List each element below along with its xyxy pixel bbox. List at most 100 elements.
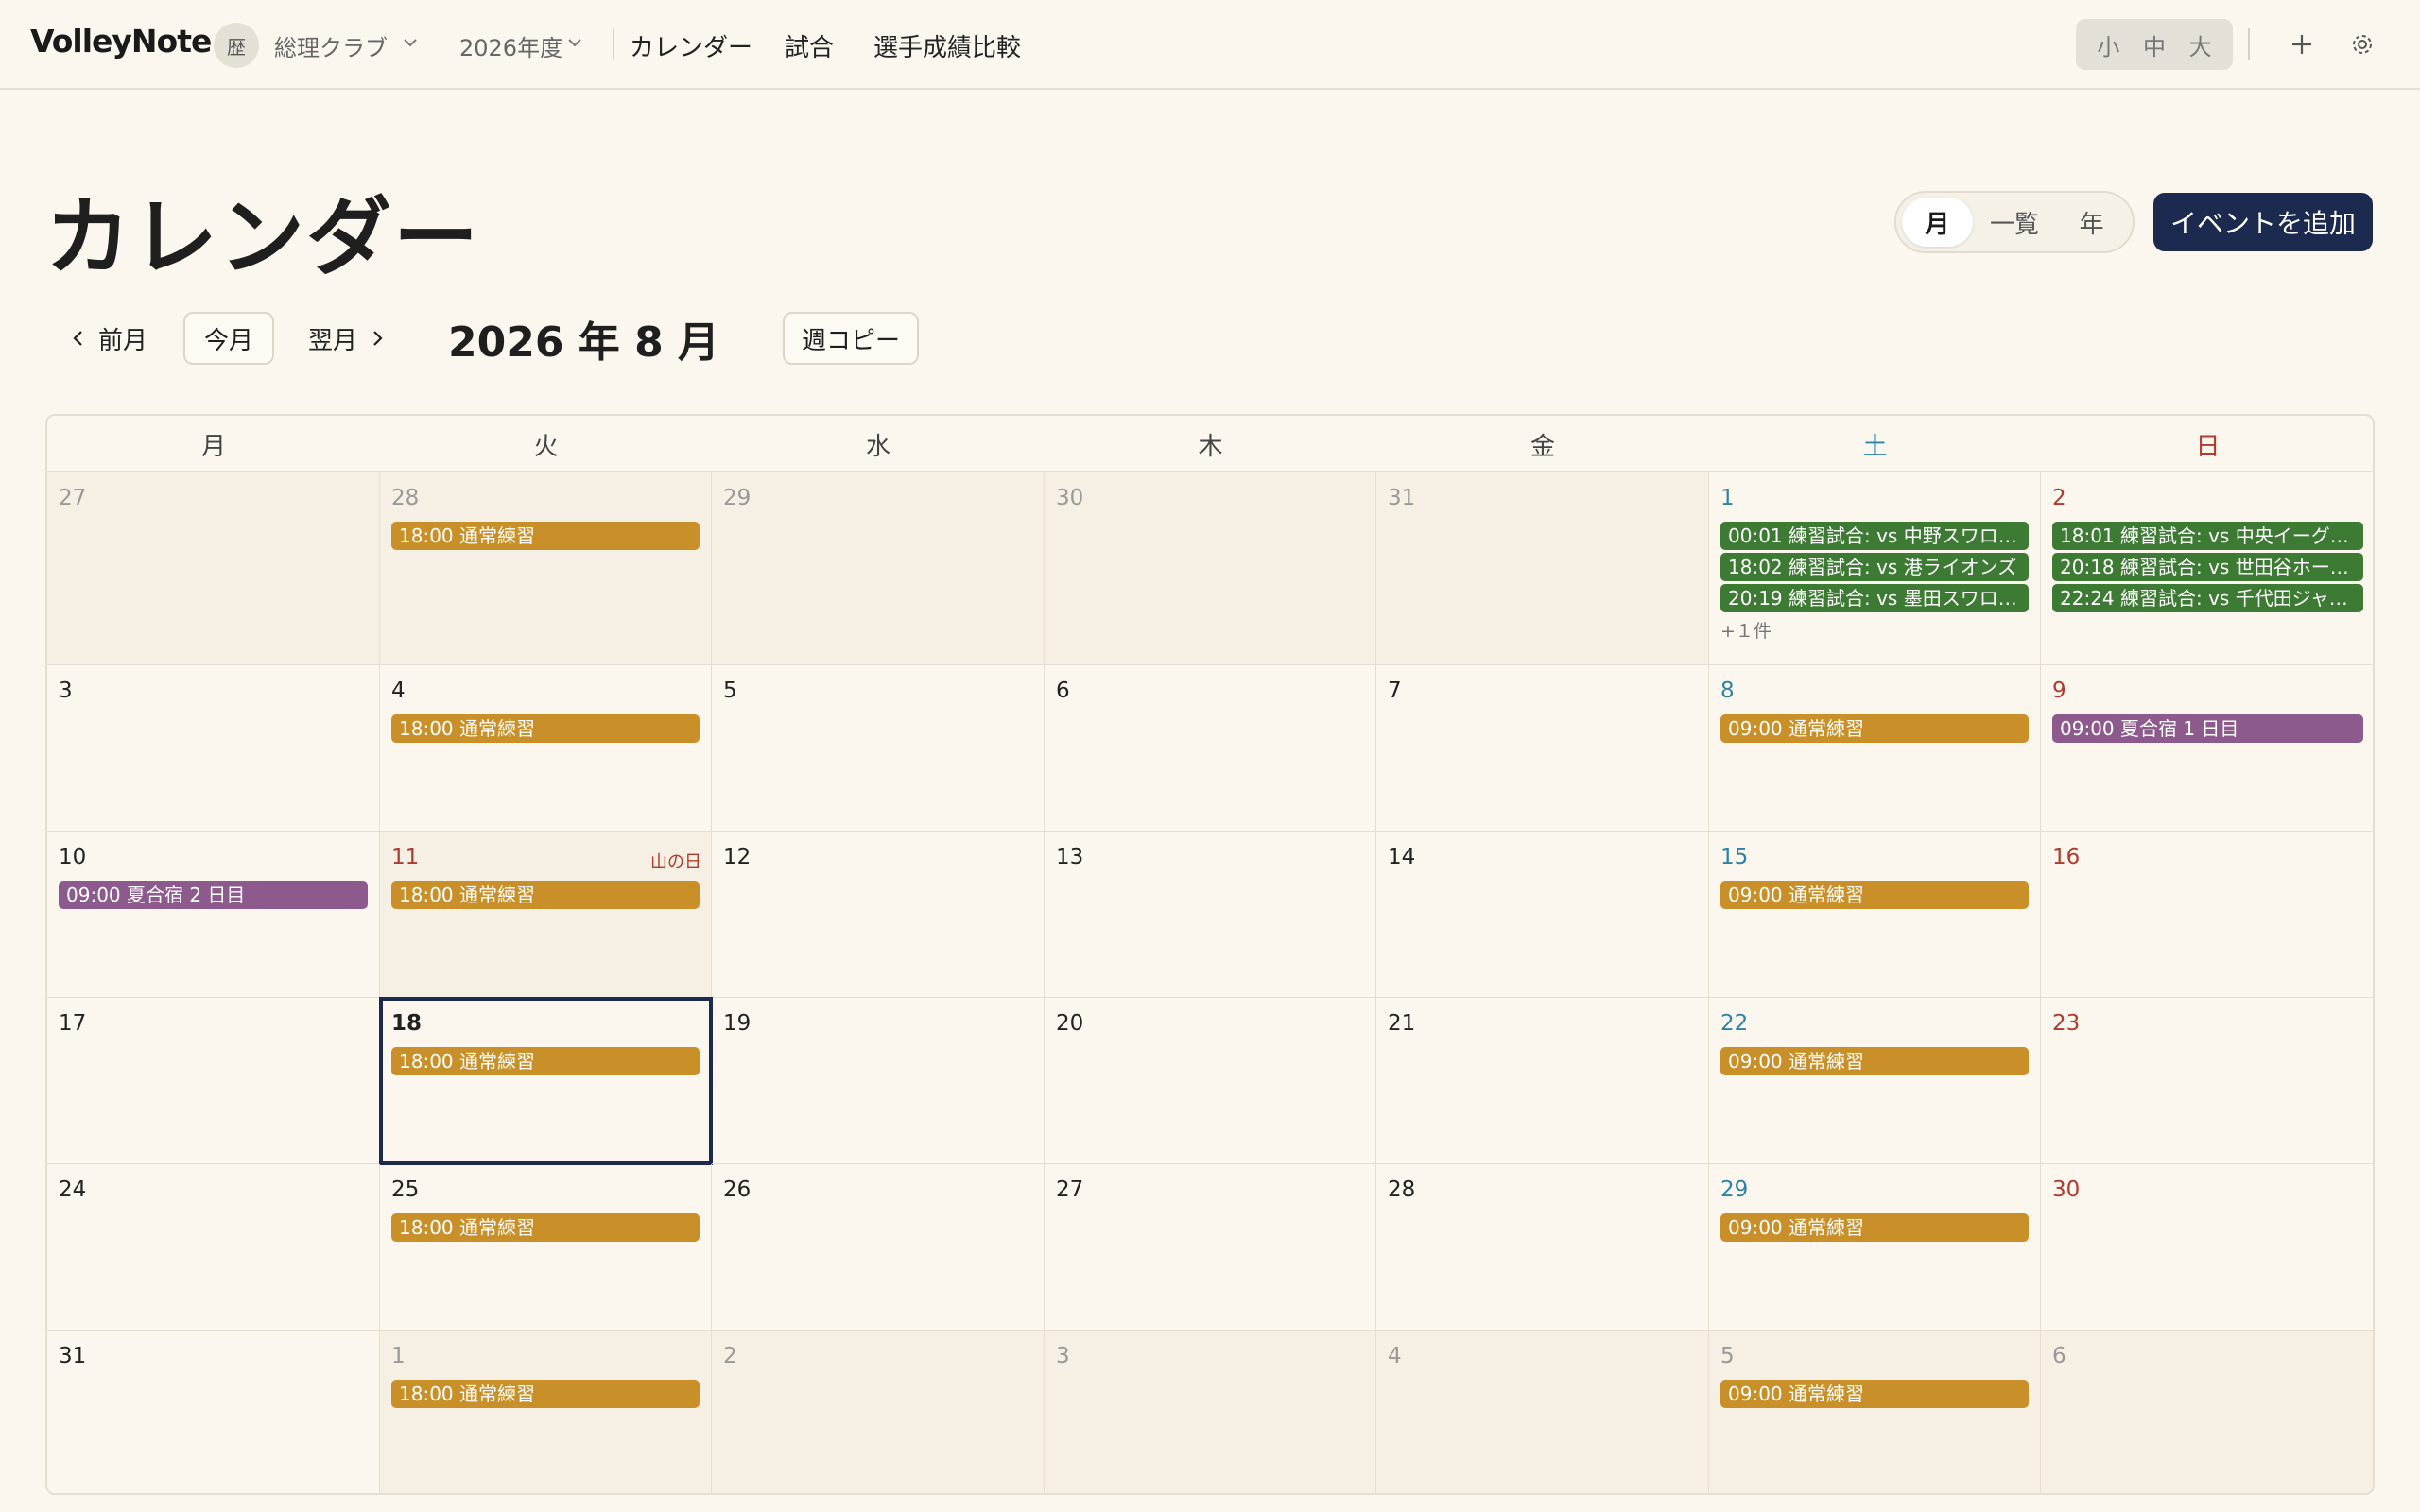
view-month-button[interactable]: 月 <box>1902 198 1973 247</box>
calendar-day-cell[interactable]: 27 <box>47 472 380 665</box>
event-chip-practice[interactable]: 18:00 通常練習 <box>391 1047 700 1075</box>
event-chip-practice[interactable]: 18:00 通常練習 <box>391 714 700 743</box>
more-events-link[interactable]: +１件 <box>1720 617 1772 643</box>
day-number: 24 <box>59 1177 87 1202</box>
calendar-day-cell[interactable]: 28 18:00 通常練習 <box>380 472 712 665</box>
calendar-day-cell[interactable]: 2 18:01 練習試合: vs 中央イーグルス 20:18 練習試合: vs 世田… <box>2041 472 2373 665</box>
calendar-day-cell[interactable]: 6 <box>1045 665 1376 832</box>
calendar-day-cell[interactable]: 20 <box>1045 998 1376 1164</box>
event-chip-match[interactable]: 20:18 練習試合: vs 世田谷ホークス <box>2052 553 2363 581</box>
event-chip-practice[interactable]: 09:00 通常練習 <box>1720 714 2029 743</box>
chevron-down-icon[interactable] <box>401 33 420 52</box>
add-event-button[interactable]: イベントを追加 <box>2153 193 2373 251</box>
view-list-button[interactable]: 一覧 <box>1973 198 2057 247</box>
calendar-day-cell[interactable]: 26 <box>712 1164 1045 1331</box>
calendar-day-cell[interactable]: 12 <box>712 832 1045 998</box>
nav-matches[interactable]: 試合 <box>785 28 834 63</box>
event-chip-practice[interactable]: 09:00 通常練習 <box>1720 1047 2029 1075</box>
day-number: 25 <box>391 1177 420 1202</box>
calendar-day-cell[interactable]: 28 <box>1376 1164 1709 1331</box>
app-logo[interactable]: VolleyNote <box>30 23 212 60</box>
calendar-day-cell[interactable]: 1 00:01 練習試合: vs 中野スワローズ 18:02 練習試合: vs 港ラ… <box>1709 472 2041 665</box>
calendar-day-cell[interactable]: 24 <box>47 1164 380 1331</box>
gear-icon[interactable] <box>2346 28 2378 60</box>
calendar-day-cell[interactable]: 10 09:00 夏合宿 2 日目 <box>47 832 380 998</box>
calendar-day-cell[interactable]: 5 <box>712 665 1045 832</box>
event-chip-practice[interactable]: 18:00 通常練習 <box>391 522 700 550</box>
calendar-day-cell[interactable]: 4 <box>1376 1331 1709 1493</box>
day-number: 17 <box>59 1011 87 1036</box>
club-avatar[interactable]: 歴 <box>214 23 259 68</box>
calendar-day-cell[interactable]: 30 <box>2041 1164 2373 1331</box>
calendar-day-cell[interactable]: 6 <box>2041 1331 2373 1493</box>
chevron-down-icon[interactable] <box>565 33 584 52</box>
calendar-day-cell[interactable]: 27 <box>1045 1164 1376 1331</box>
day-number: 19 <box>723 1011 752 1036</box>
calendar-day-cell[interactable]: 30 <box>1045 472 1376 665</box>
calendar-day-cell[interactable]: 29 09:00 通常練習 <box>1709 1164 2041 1331</box>
event-chip-match[interactable]: 18:02 練習試合: vs 港ライオンズ <box>1720 553 2029 581</box>
calendar-day-cell[interactable]: 29 <box>712 472 1045 665</box>
calendar-day-cell[interactable]: 8 09:00 通常練習 <box>1709 665 2041 832</box>
month-calendar: 月火水木金土日 27 28 18:00 通常練習 29 30 31 1 00:01 練習試合:… <box>45 414 2375 1495</box>
prev-month-button[interactable]: 前月 <box>68 312 147 365</box>
weekday-wed: 水 <box>865 432 890 461</box>
event-chip-match[interactable]: 20:19 練習試合: vs 墨田スワローズ <box>1720 584 2029 612</box>
event-chip-practice[interactable]: 18:00 通常練習 <box>391 1380 700 1408</box>
season-selector[interactable]: 2026年度 <box>459 29 562 62</box>
calendar-day-cell[interactable]: 3 <box>1045 1331 1376 1493</box>
event-chip-match[interactable]: 18:01 練習試合: vs 中央イーグルス <box>2052 522 2363 550</box>
nav-calendar[interactable]: カレンダー <box>630 28 752 63</box>
weekday-mon: 月 <box>200 432 226 461</box>
calendar-day-cell[interactable]: 13 <box>1045 832 1376 998</box>
event-chip-practice[interactable]: 18:00 通常練習 <box>391 881 700 909</box>
event-chip-practice[interactable]: 18:00 通常練習 <box>391 1213 700 1242</box>
plus-icon[interactable] <box>2286 28 2318 60</box>
calendar-day-cell[interactable]: 22 09:00 通常練習 <box>1709 998 2041 1164</box>
text-size-small[interactable]: 小 <box>2097 28 2119 61</box>
calendar-day-cell[interactable]: 5 09:00 通常練習 <box>1709 1331 2041 1493</box>
prev-month-label: 前月 <box>98 326 148 355</box>
calendar-day-cell[interactable]: 19 <box>712 998 1045 1164</box>
calendar-day-cell[interactable]: 15 09:00 通常練習 <box>1709 832 2041 998</box>
event-chip-practice[interactable]: 09:00 通常練習 <box>1720 1380 2029 1408</box>
text-size-medium[interactable]: 中 <box>2143 28 2166 61</box>
next-month-button[interactable]: 翌月 <box>308 312 388 365</box>
chevron-right-icon <box>373 331 383 346</box>
calendar-day-cell[interactable]: 7 <box>1376 665 1709 832</box>
calendar-day-cell[interactable]: 25 18:00 通常練習 <box>380 1164 712 1331</box>
calendar-day-cell[interactable]: 16 <box>2041 832 2373 998</box>
event-chip-camp[interactable]: 09:00 夏合宿 1 日目 <box>2052 714 2363 743</box>
calendar-day-cell[interactable]: 11 山の日 18:00 通常練習 <box>380 832 712 998</box>
day-number: 21 <box>1388 1011 1416 1036</box>
calendar-day-cell[interactable]: 14 <box>1376 832 1709 998</box>
club-selector[interactable]: 総理クラブ <box>274 29 388 62</box>
view-year-button[interactable]: 年 <box>2056 198 2127 247</box>
calendar-day-cell[interactable]: 1 18:00 通常練習 <box>380 1331 712 1493</box>
day-number: 4 <box>391 679 406 703</box>
event-chip-practice[interactable]: 09:00 通常練習 <box>1720 881 2029 909</box>
nav-player-stats[interactable]: 選手成績比較 <box>873 28 1021 63</box>
calendar-day-cell[interactable]: 4 18:00 通常練習 <box>380 665 712 832</box>
toolbar-divider <box>2248 28 2250 60</box>
calendar-day-cell[interactable]: 3 <box>47 665 380 832</box>
calendar-day-cell[interactable]: 9 09:00 夏合宿 1 日目 <box>2041 665 2373 832</box>
calendar-day-cell[interactable]: 2 <box>712 1331 1045 1493</box>
text-size-large[interactable]: 大 <box>2189 28 2212 61</box>
day-number: 28 <box>1388 1177 1416 1202</box>
calendar-day-cell[interactable]: 31 <box>47 1331 380 1493</box>
calendar-day-cell[interactable]: 23 <box>2041 998 2373 1164</box>
event-chip-practice[interactable]: 09:00 通常練習 <box>1720 1213 2029 1242</box>
calendar-day-cell[interactable]: 17 <box>47 998 380 1164</box>
event-chip-match[interactable]: 22:24 練習試合: vs 千代田ジャイ… <box>2052 584 2363 612</box>
day-number: 29 <box>723 486 752 510</box>
event-chip-match[interactable]: 00:01 練習試合: vs 中野スワローズ <box>1720 522 2029 550</box>
day-number: 28 <box>391 486 420 510</box>
calendar-day-cell[interactable]: 21 <box>1376 998 1709 1164</box>
this-month-button[interactable]: 今月 <box>183 312 274 365</box>
day-number: 31 <box>1388 486 1416 510</box>
event-chip-camp[interactable]: 09:00 夏合宿 2 日目 <box>59 881 368 909</box>
calendar-day-cell[interactable]: 18 18:00 通常練習 <box>379 997 713 1165</box>
calendar-day-cell[interactable]: 31 <box>1376 472 1709 665</box>
copy-week-button[interactable]: 週コピー <box>783 312 919 365</box>
